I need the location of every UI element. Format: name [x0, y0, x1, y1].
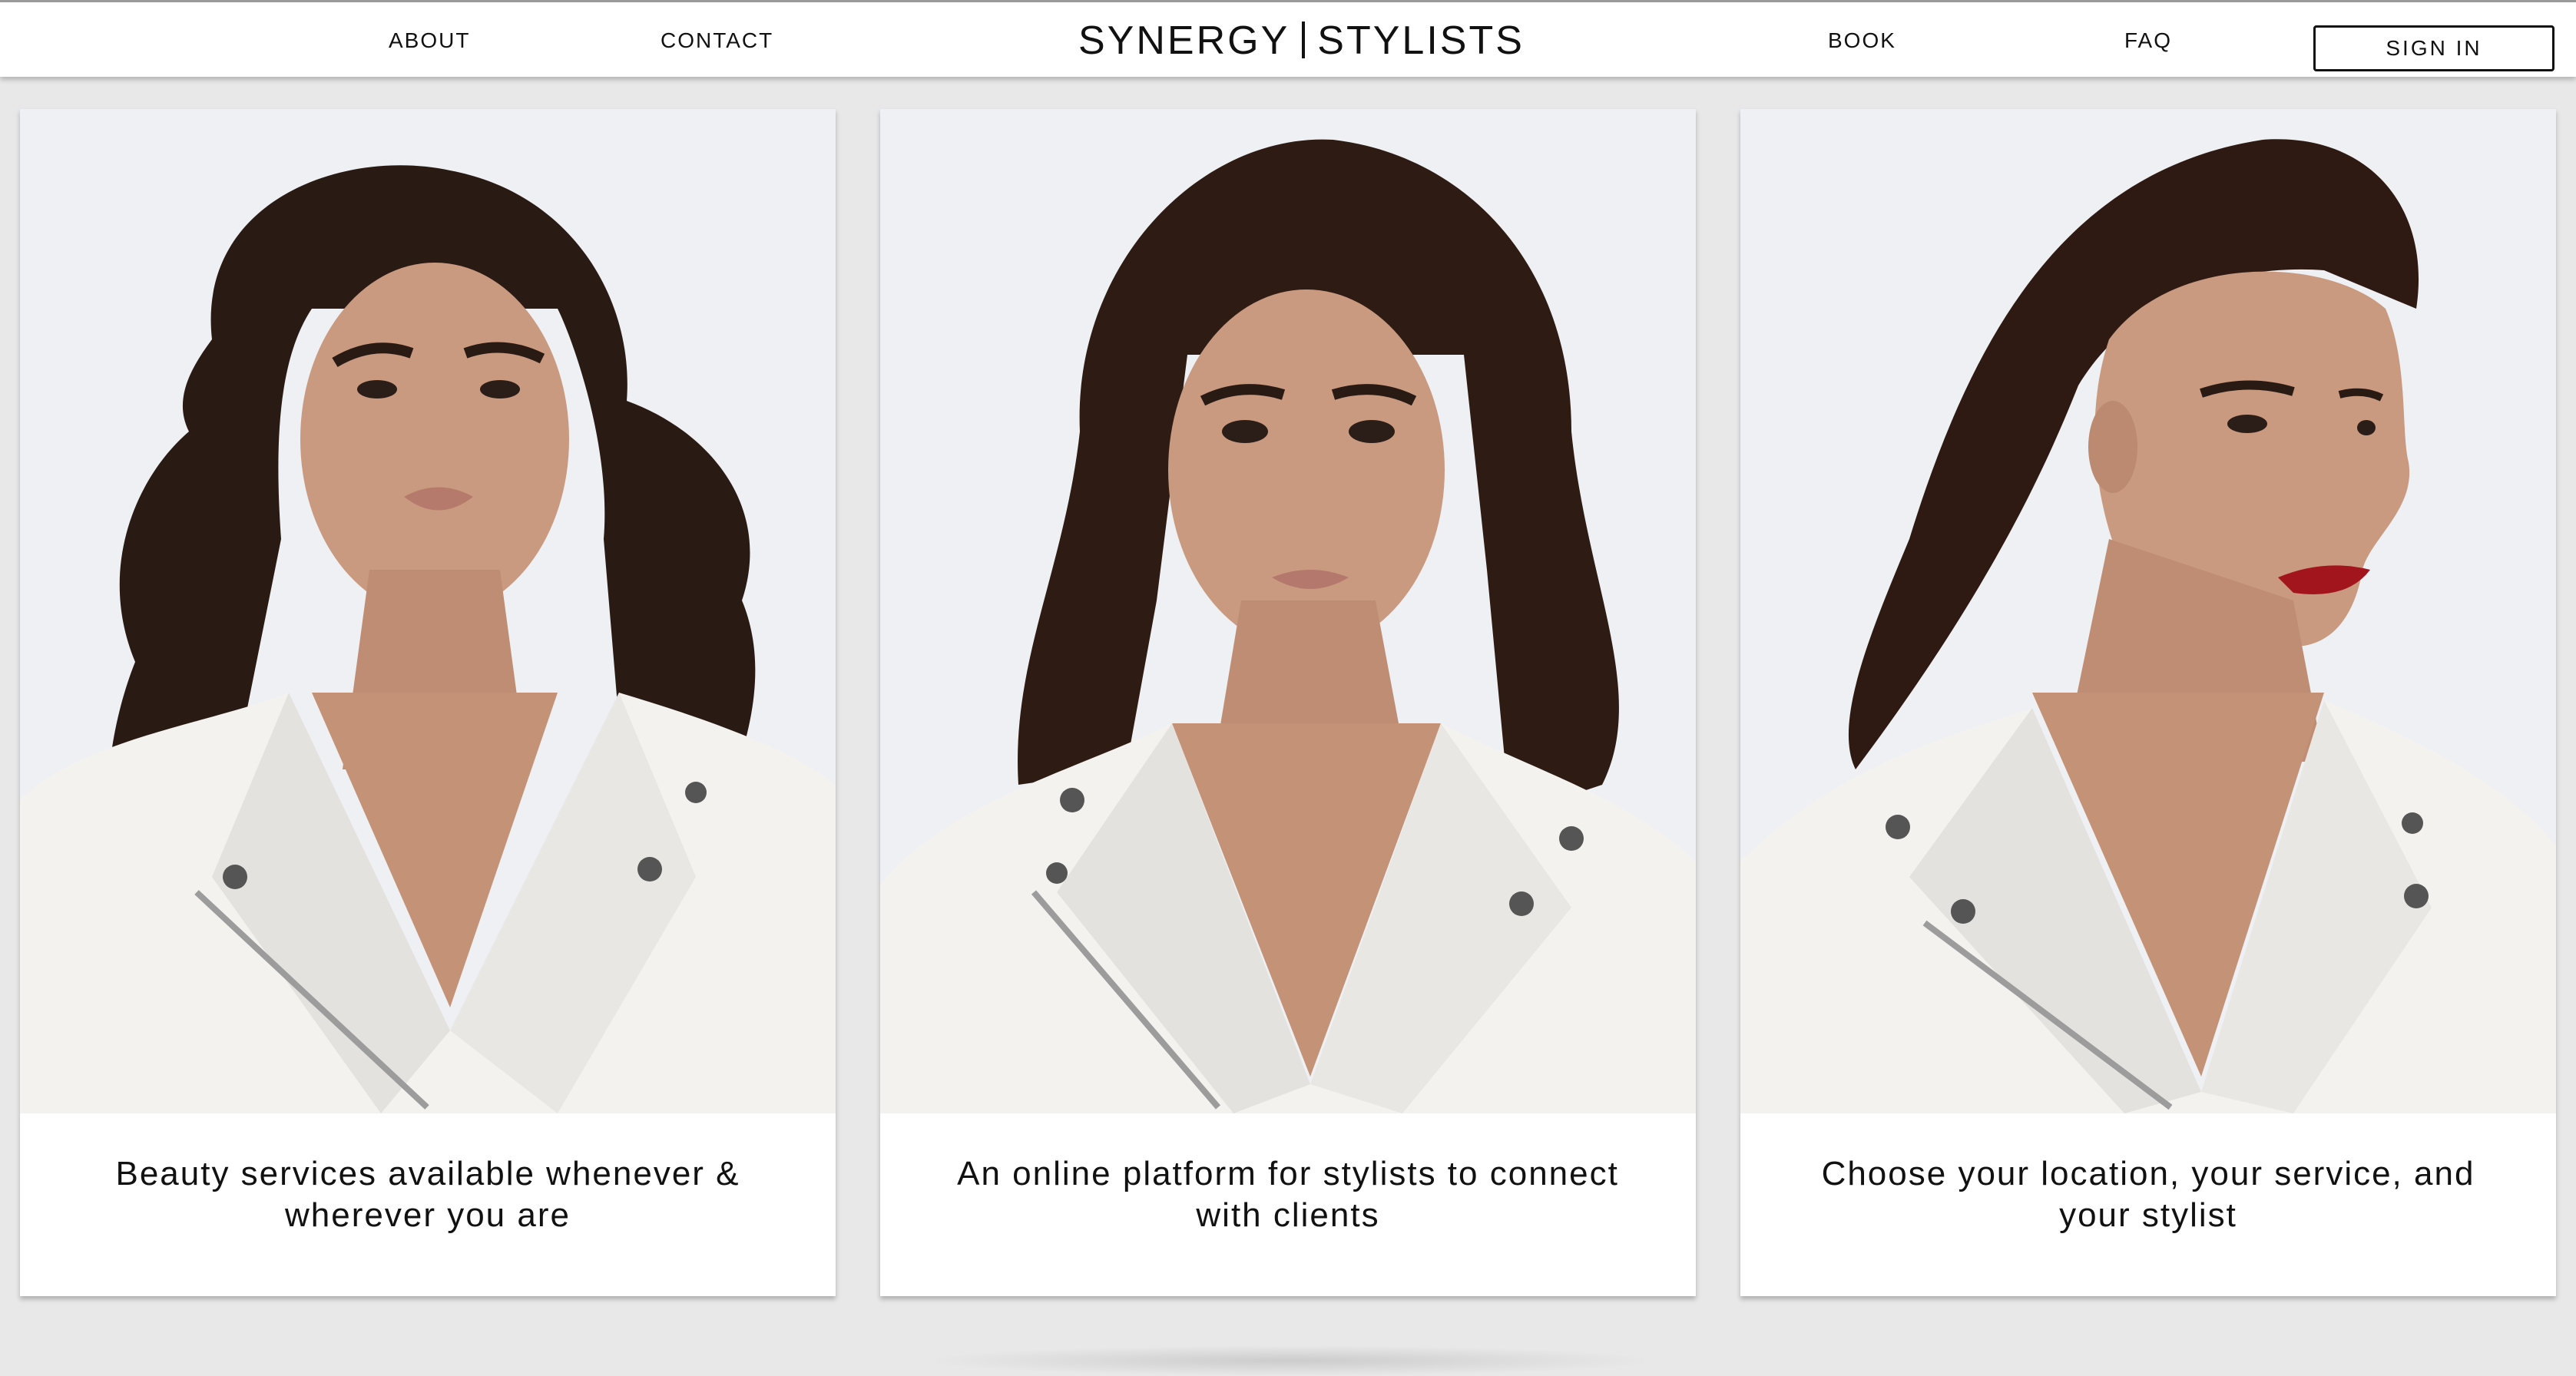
bottom-shadow-divider	[922, 1345, 1659, 1376]
portrait-illustration	[1740, 109, 2556, 1113]
portrait-illustration	[20, 109, 836, 1113]
sign-in-button[interactable]: SIGN IN	[2313, 25, 2554, 71]
card-photo	[880, 109, 1696, 1113]
card-caption: An online platform for stylists to conne…	[957, 1155, 1619, 1234]
feature-card-3: Choose your location, your service, and …	[1740, 109, 2556, 1296]
card-photo	[20, 109, 836, 1113]
portrait-illustration	[880, 109, 1696, 1113]
card-caption: Choose your location, your service, and …	[1821, 1155, 2475, 1234]
card-photo	[1740, 109, 2556, 1113]
nav-link-book[interactable]: BOOK	[1828, 28, 1896, 53]
brand-name-right: STYLISTS	[1317, 18, 1525, 63]
feature-card-1: Beauty services available whenever & whe…	[20, 109, 836, 1296]
brand-logo[interactable]: SYNERGY STYLISTS	[1078, 18, 1525, 64]
nav-link-contact[interactable]: CONTACT	[661, 28, 773, 53]
nav-link-about[interactable]: ABOUT	[389, 28, 470, 53]
nav-link-faq[interactable]: FAQ	[2124, 28, 2172, 53]
top-navigation-bar: ABOUT CONTACT SYNERGY STYLISTS BOOK FAQ S…	[0, 0, 2576, 77]
brand-name-left: SYNERGY	[1078, 18, 1290, 63]
feature-card-2: An online platform for stylists to conne…	[880, 109, 1696, 1296]
brand-divider	[1302, 22, 1306, 58]
card-caption: Beauty services available whenever & whe…	[115, 1155, 740, 1234]
